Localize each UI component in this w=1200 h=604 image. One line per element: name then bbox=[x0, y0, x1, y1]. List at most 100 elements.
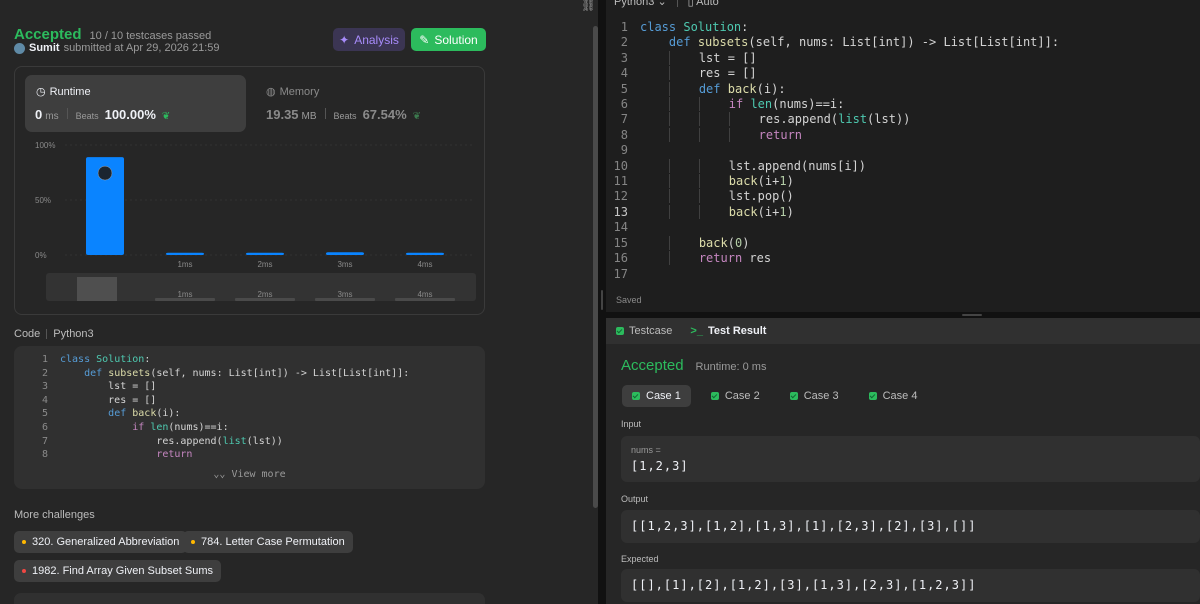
challenge-chip[interactable]: 320. Generalized Abbreviation bbox=[14, 531, 188, 553]
output-value: [[1,2,3],[1,2],[1,3],[1],[2,3],[2],[3],[… bbox=[631, 519, 977, 533]
editor-line[interactable]: 14 bbox=[606, 220, 1059, 235]
editor-line[interactable]: 8 return bbox=[606, 127, 1059, 143]
saved-status: Saved bbox=[616, 295, 642, 305]
x-tick-label: 2ms bbox=[257, 260, 272, 269]
result-status: Accepted Runtime: 0 ms bbox=[621, 357, 766, 374]
difficulty-dot bbox=[191, 540, 195, 544]
chevron-down-icon: ⌄ bbox=[657, 0, 667, 8]
runtime-distribution-chart[interactable]: 100% 50% 0% 1ms 2ms 3ms 4ms 1ms 2ms 3ms 4ms bbox=[15, 137, 486, 312]
line-number: 5 bbox=[41, 408, 48, 420]
sparkle-icon: ✦ bbox=[339, 32, 350, 47]
solution-button[interactable]: ✎ Solution bbox=[411, 28, 486, 51]
line-number: 7 bbox=[620, 112, 628, 127]
navigator-window bbox=[77, 277, 117, 301]
terminal-icon: >_ bbox=[690, 325, 703, 337]
line-number: 1 bbox=[620, 20, 628, 34]
chevrons-down-icon: ⌄⌄ bbox=[213, 469, 226, 480]
param-name: nums = bbox=[631, 445, 661, 455]
tab-case-2[interactable]: Case 2 bbox=[701, 385, 770, 407]
tab-test-result[interactable]: >_ Test Result bbox=[690, 325, 766, 337]
notes-area[interactable] bbox=[14, 593, 485, 604]
result-tabs: Testcase >_ Test Result bbox=[606, 318, 1200, 344]
divider bbox=[46, 329, 48, 339]
vertical-splitter[interactable] bbox=[598, 0, 606, 604]
editor-line[interactable]: 16 return res bbox=[606, 251, 1059, 266]
stats-card: ◷ Runtime 0 ms Beats 100.00% ❦ ◍ Memory … bbox=[14, 66, 485, 315]
code-editor[interactable]: Python3 ⌄ ▯ Auto 1 class Solution: 2 def s… bbox=[606, 0, 1200, 312]
divider bbox=[324, 108, 326, 119]
editor-line[interactable]: 11 back(i+1) bbox=[606, 174, 1059, 189]
code-text: lst.pop() bbox=[640, 189, 794, 204]
check-icon bbox=[868, 392, 877, 400]
editor-scrollbar[interactable] bbox=[1195, 0, 1200, 312]
runtime-title: ◷ Runtime bbox=[36, 85, 91, 99]
editor-line[interactable]: 5 def back(i): bbox=[606, 81, 1059, 97]
editor-line[interactable]: 13 back(i+1) bbox=[606, 204, 1059, 220]
editor-line[interactable]: 1 class Solution: bbox=[606, 20, 1059, 35]
line-number: 17 bbox=[613, 266, 628, 281]
input-label: Input bbox=[621, 419, 642, 429]
code-text: if len(nums)==i: bbox=[640, 97, 844, 112]
splitter-grip[interactable] bbox=[601, 290, 603, 310]
line-number: 13 bbox=[613, 204, 628, 219]
output-label: Output bbox=[621, 494, 649, 504]
navigator-label: 1ms bbox=[177, 290, 192, 299]
navigator-label: 4ms bbox=[417, 290, 432, 299]
leaf-icon: ❦ bbox=[412, 111, 422, 122]
code-section-label: Code Python3 bbox=[14, 328, 94, 340]
challenge-chip[interactable]: 784. Letter Case Permutation bbox=[183, 531, 353, 553]
analysis-button[interactable]: ✦ Analysis bbox=[333, 28, 405, 51]
difficulty-dot bbox=[22, 540, 26, 544]
language-select[interactable]: Python3 ⌄ bbox=[614, 0, 667, 8]
y-tick-label: 0% bbox=[35, 251, 47, 260]
editor-line[interactable]: 2 def subsets(self, nums: List[int]) -> … bbox=[606, 35, 1059, 50]
editor-line[interactable]: 10 lst.append(nums[i]) bbox=[606, 158, 1059, 174]
check-icon bbox=[710, 392, 719, 400]
bar bbox=[246, 252, 284, 255]
user-marker-icon bbox=[97, 165, 113, 181]
x-tick-label: 3ms bbox=[337, 260, 352, 269]
code-line: 3 lst = [] bbox=[14, 380, 409, 394]
code-text: back(0) bbox=[640, 235, 749, 251]
editor-line[interactable]: 15 back(0) bbox=[606, 235, 1059, 251]
runtime-beats: 100.00% bbox=[104, 107, 156, 122]
analysis-label: Analysis bbox=[354, 32, 399, 47]
line-number: 2 bbox=[620, 35, 628, 50]
view-more-button[interactable]: ⌄⌄ View more bbox=[14, 469, 485, 480]
y-tick-label: 50% bbox=[35, 196, 51, 205]
code-text: lst.append(nums[i]) bbox=[640, 158, 866, 174]
tab-case-3[interactable]: Case 3 bbox=[780, 385, 849, 407]
splitter-grip[interactable] bbox=[962, 314, 982, 316]
code-text: res = [] bbox=[640, 66, 757, 81]
line-number: 3 bbox=[620, 50, 628, 65]
line-number: 15 bbox=[613, 235, 628, 250]
solution-label: Solution bbox=[434, 32, 478, 47]
editor-line[interactable]: 17 bbox=[606, 267, 1059, 282]
tab-case-1[interactable]: Case 1 bbox=[622, 385, 691, 407]
code-line: 2 def subsets(self, nums: List[int]) -> … bbox=[14, 367, 409, 381]
code-text: lst = [] bbox=[60, 381, 157, 393]
runtime-box[interactable]: ◷ Runtime 0 ms Beats 100.00% ❦ bbox=[25, 75, 246, 132]
editor-line[interactable]: 7 res.append(list(lst)) bbox=[606, 112, 1059, 127]
editor-line[interactable]: 3 lst = [] bbox=[606, 50, 1059, 66]
user-name[interactable]: Sumit bbox=[29, 42, 60, 54]
line-number: 6 bbox=[41, 421, 48, 433]
check-icon bbox=[632, 392, 640, 400]
editor-line[interactable]: 9 bbox=[606, 143, 1059, 158]
editor-line[interactable]: 12 lst.pop() bbox=[606, 189, 1059, 204]
editor-toolbar: Python3 ⌄ ▯ Auto bbox=[614, 0, 719, 8]
code-line: 7 res.append(list(lst)) bbox=[14, 435, 409, 449]
line-number: 5 bbox=[620, 81, 628, 96]
tab-case-4[interactable]: Case 4 bbox=[859, 385, 928, 407]
auto-mode[interactable]: ▯ Auto bbox=[688, 0, 719, 8]
memory-title[interactable]: ◍ Memory bbox=[266, 85, 319, 99]
editor-line[interactable]: 6 if len(nums)==i: bbox=[606, 97, 1059, 112]
result-runtime: Runtime: 0 ms bbox=[695, 361, 767, 373]
tab-testcase[interactable]: Testcase bbox=[616, 325, 672, 337]
more-challenges-title: More challenges bbox=[14, 509, 95, 521]
editor-lines[interactable]: 1 class Solution: 2 def subsets(self, nums… bbox=[606, 20, 1060, 282]
avatar[interactable] bbox=[14, 42, 25, 54]
line-number: 9 bbox=[620, 143, 628, 158]
editor-line[interactable]: 4 res = [] bbox=[606, 66, 1059, 81]
challenge-chip[interactable]: 1982. Find Array Given Subset Sums bbox=[14, 560, 221, 582]
